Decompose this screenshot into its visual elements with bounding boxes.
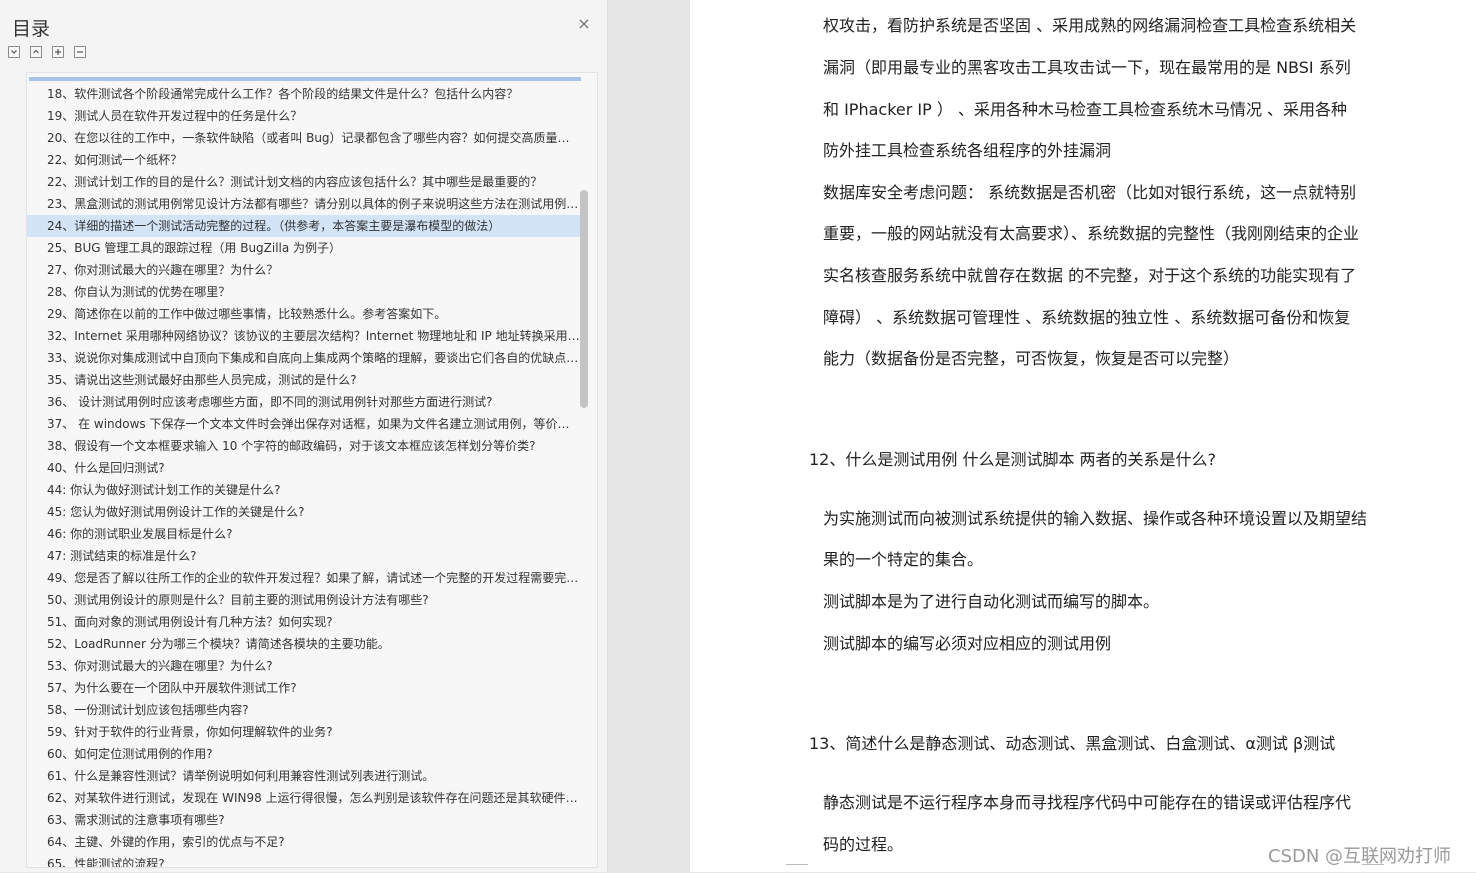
toc-item[interactable]: 32、Internet 采用哪种网络协议？该协议的主要层次结构？Internet… [27,325,581,347]
toc-item[interactable]: 50、测试用例设计的原则是什么？目前主要的测试用例设计方法有哪些? [27,589,581,611]
doc-paragraph-line: 和 IPhacker IP ） 、采用各种木马检查工具检查系统木马情况 、采用各… [823,100,1348,119]
doc-paragraph-line: 测试脚本是为了进行自动化测试而编写的脚本。 [823,592,1160,611]
toc-item[interactable]: 61、什么是兼容性测试？请举例说明如何利用兼容性测试列表进行测试。 [27,765,581,787]
toc-item[interactable]: 62、对某软件进行测试，发现在 WIN98 上运行得很慢，怎么判别是该软件存在问… [27,787,581,809]
doc-paragraph-line: 果的一个特定的集合。 [823,550,984,569]
doc-paragraph-line: 权攻击，看防护系统是否坚固 、采用成熟的网络漏洞检查工具检查系统相关 [823,16,1357,35]
toc-top-indicator [29,77,581,81]
doc-paragraph-line: 漏洞（即用最专业的黑客攻击工具攻击试一下，现在最常用的是 NBSI 系列 [823,58,1351,77]
toc-item[interactable]: 38、假设有一个文本框要求输入 10 个字符的邮政编码，对于该文本框应该怎样划分… [27,435,581,457]
doc-paragraph-line: 能力（数据备份是否完整，可否恢复，恢复是否可以完整） [823,349,1240,368]
toc-item[interactable]: 20、在您以往的工作中，一条软件缺陷（或者叫 Bug）记录都包含了哪些内容？如何… [27,127,581,149]
toc-item[interactable]: 58、一份测试计划应该包括哪些内容? [27,699,581,721]
toc-item[interactable]: 52、LoadRunner 分为哪三个模块？请简述各模块的主要功能。 [27,633,581,655]
expand-up-icon[interactable] [30,46,42,58]
toc-item[interactable]: 18、软件测试各个阶段通常完成什么工作？各个阶段的结果文件是什么？包括什么内容？ [27,83,581,105]
doc-paragraph-line: 测试脚本的编写必须对应相应的测试用例 [823,634,1112,653]
toc-item[interactable]: 46: 你的测试职业发展目标是什么? [27,523,581,545]
doc-paragraph-line: 防外挂工具检查系统各组程序的外挂漏洞 [823,141,1112,160]
toc-item[interactable]: 22、测试计划工作的目的是什么？测试计划文档的内容应该包括什么？其中哪些是最重要… [27,171,581,193]
toc-panel: 目录 × 18、软件测试各个阶段通常完成什么工作？各个阶段的结果文件是什么？包括… [0,0,608,872]
toc-item[interactable]: 27、你对测试最大的兴趣在哪里？为什么？ [27,259,581,281]
toc-item[interactable]: 37、 在 windows 下保存一个文本文件时会弹出保存对话框，如果为文件名建… [27,413,581,435]
doc-paragraph-line: 障碍） 、系统数据可管理性 、系统数据的独立性 、系统数据可备份和恢复 [823,308,1351,327]
close-icon[interactable]: × [576,16,592,32]
toc-item[interactable]: 35、请说出这些测试最好由那些人员完成，测试的是什么? [27,369,581,391]
watermark: CSDN @互联网劝打师 [1268,846,1452,867]
toc-item[interactable]: 22、如何测试一个纸杯？ [27,149,581,171]
toc-item[interactable]: 33、说说你对集成测试中自顶向下集成和自底向上集成两个策略的理解，要谈出它们各自… [27,347,581,369]
toc-item[interactable]: 60、如何定位测试用例的作用? [27,743,581,765]
plus-icon[interactable] [52,46,64,58]
minus-icon[interactable] [74,46,86,58]
doc-paragraph-line: 实名核查服务系统中就曾存在数据 的不完整，对于这个系统的功能实现有了 [823,266,1357,285]
doc-paragraph-line: 为实施测试而向被测试系统提供的输入数据、操作或各种环境设置以及期望结 [823,509,1368,528]
toc-scrollbar[interactable] [580,190,588,410]
toc-item[interactable]: 49、您是否了解以往所工作的企业的软件开发过程？如果了解，请试述一个完整的开发过… [27,567,581,589]
question-13-heading: 13、简述什么是静态测试、动态测试、黑盒测试、白盒测试、α测试 β测试 [809,734,1336,753]
toc-item[interactable]: 59、针对于软件的行业背景，你如何理解软件的业务? [27,721,581,743]
toc-item-selected[interactable]: 24、详细的描述一个测试活动完整的过程。（供参考，本答案主要是瀑布模型的做法） [27,215,581,237]
document-gutter [608,0,690,872]
toc-toolbar [8,46,86,60]
toc-item[interactable]: 51、面向对象的测试用例设计有几种方法？如何实现? [27,611,581,633]
toc-list: 18、软件测试各个阶段通常完成什么工作？各个阶段的结果文件是什么？包括什么内容？… [26,72,598,868]
toc-item[interactable]: 44: 你认为做好测试计划工作的关键是什么? [27,479,581,501]
toc-item[interactable]: 53、你对测试最大的兴趣在哪里？为什么? [27,655,581,677]
toc-item[interactable]: 40、什么是回归测试? [27,457,581,479]
doc-paragraph-line: 码的过程。 [823,835,904,854]
toc-item[interactable]: 36、 设计测试用例时应该考虑哪些方面，即不同的测试用例针对那些方面进行测试? [27,391,581,413]
toc-item[interactable]: 29、简述你在以前的工作中做过哪些事情，比较熟悉什么。参考答案如下。 [27,303,581,325]
toc-item[interactable]: 57、为什么要在一个团队中开展软件测试工作? [27,677,581,699]
toc-item[interactable]: 63、需求测试的注意事项有哪些? [27,809,581,831]
doc-paragraph-line: 数据库安全考虑问题： 系统数据是否机密（比如对银行系统，这一点就特别 [823,183,1357,202]
toc-item[interactable]: 19、测试人员在软件开发过程中的任务是什么？ [27,105,581,127]
question-12-heading: 12、什么是测试用例 什么是测试脚本 两者的关系是什么? [809,450,1217,469]
toc-item[interactable]: 65、性能测试的流程? [27,853,581,867]
toc-item[interactable]: 25、BUG 管理工具的跟踪过程（用 BugZilla 为例子） [27,237,581,259]
toc-item[interactable]: 45: 您认为做好测试用例设计工作的关键是什么? [27,501,581,523]
toc-items: 18、软件测试各个阶段通常完成什么工作？各个阶段的结果文件是什么？包括什么内容？… [27,83,583,867]
collapse-all-icon[interactable] [8,46,20,58]
toc-scrollbar-thumb[interactable] [580,190,588,408]
toc-item[interactable]: 47: 测试结束的标准是什么? [27,545,581,567]
toc-item[interactable]: 28、你自认为测试的优势在哪里？ [27,281,581,303]
doc-paragraph-line: 静态测试是不运行程序本身而寻找程序代码中可能存在的错误或评估程序代 [823,793,1352,812]
toc-item[interactable]: 64、主键、外键的作用，索引的优点与不足? [27,831,581,853]
doc-paragraph-line: 重要，一般的网站就没有太高要求）、系统数据的完整性（我刚刚结束的企业 [823,224,1360,243]
toc-title: 目录 [12,18,51,40]
toc-item[interactable]: 23、黑盒测试的测试用例常见设计方法都有哪些？请分别以具体的例子来说明这些方法在… [27,193,581,215]
